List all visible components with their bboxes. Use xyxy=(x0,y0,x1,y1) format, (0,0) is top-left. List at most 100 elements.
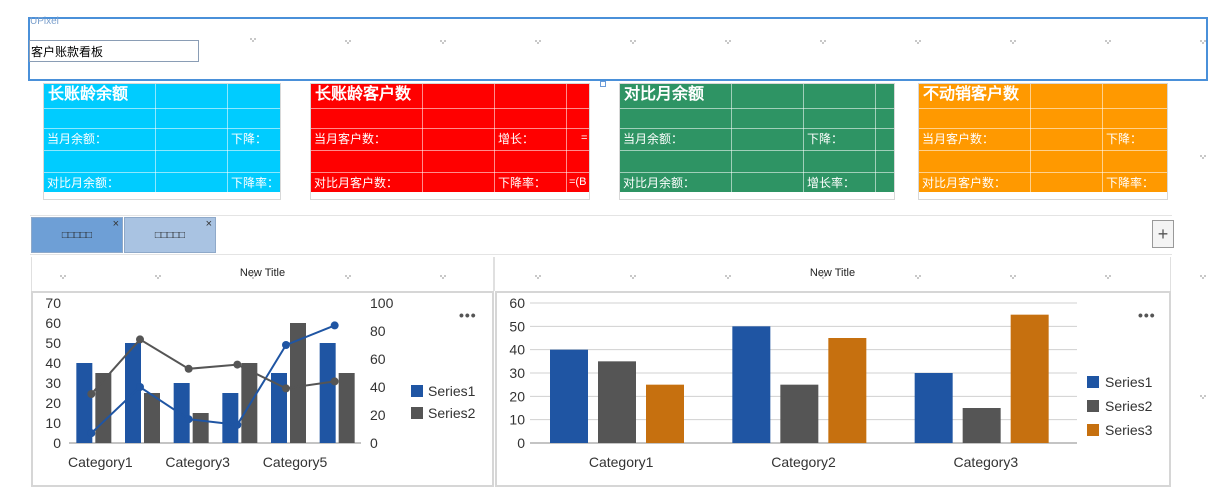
brand-label: UPixel xyxy=(30,16,59,27)
bar xyxy=(173,383,190,443)
bar xyxy=(144,393,160,443)
bar-chart-panel[interactable]: 0 10 20 30 40 50 60 Category1 Category2 Category3… xyxy=(495,291,1171,487)
line-point xyxy=(282,384,290,393)
resize-handle[interactable] xyxy=(600,81,606,87)
legend-label: Series2 xyxy=(1105,398,1153,414)
x-tick-label: Category3 xyxy=(165,454,230,470)
close-icon[interactable]: × xyxy=(206,206,212,242)
line-point xyxy=(330,321,339,330)
line-point xyxy=(233,420,242,429)
line-point xyxy=(136,383,144,391)
legend-label: Series1 xyxy=(428,383,476,399)
card-inactive-customers[interactable]: 不动销客户数 当月客户数： 下降： 对比月客户数： 下降率： xyxy=(918,83,1168,200)
line-point xyxy=(184,415,193,424)
legend-label: Series1 xyxy=(1105,374,1153,390)
texture-dot xyxy=(1202,157,1204,159)
card-label: 增长率： xyxy=(807,176,856,190)
line-point xyxy=(87,429,96,438)
card-label: 当月客户数： xyxy=(314,132,387,146)
y-tick-label: 20 xyxy=(509,388,525,404)
card-label: 下降率： xyxy=(498,176,547,190)
y-tick-label: 10 xyxy=(509,412,525,428)
bar xyxy=(338,373,355,443)
card-label: 当月余额： xyxy=(623,132,684,146)
panel-title-right[interactable]: New Title xyxy=(494,257,1171,291)
bar xyxy=(241,363,258,443)
bar xyxy=(598,361,636,443)
line-point xyxy=(233,360,242,369)
bar xyxy=(646,384,684,443)
card-label: 对比月客户数： xyxy=(922,176,1007,190)
texture-dot xyxy=(1204,155,1206,157)
card-title: 长账龄余额 xyxy=(48,86,129,103)
line-point xyxy=(282,341,290,349)
card-title: 对比月余额 xyxy=(624,86,705,103)
combo-chart-panel[interactable]: 0 10 20 30 40 50 60 70 0 20 40 60 80 100 Category1 Cate… xyxy=(31,291,494,487)
combo-chart: 0 10 20 30 40 50 60 70 0 20 40 60 80 100 Category1 Cate… xyxy=(45,295,476,470)
tab-label: □□□□□ xyxy=(61,230,93,241)
bar xyxy=(732,326,771,443)
header-frame[interactable] xyxy=(28,17,1208,81)
card-label: 增长： xyxy=(498,132,535,146)
x-tick-label: Category2 xyxy=(771,454,836,470)
bar xyxy=(962,408,1001,443)
y-tick-label: 50 xyxy=(509,318,525,334)
line-point xyxy=(184,364,193,373)
y2-tick-label: 20 xyxy=(370,407,386,423)
tab-1[interactable]: □□□□□ × xyxy=(31,217,123,253)
dashboard-title[interactable]: 客户账款看板 xyxy=(29,40,199,62)
y-tick-label: 70 xyxy=(45,295,61,311)
legend-swatch xyxy=(1087,400,1099,412)
bar xyxy=(828,338,867,443)
y-tick-label: 50 xyxy=(45,335,61,351)
y2-tick-label: 60 xyxy=(370,351,386,367)
bar xyxy=(914,373,953,443)
card-long-aging-balance[interactable]: 长账龄余额 当月余额： 下降： 对比月余额： 下降率： xyxy=(43,83,281,200)
texture-dot xyxy=(1202,277,1204,279)
panel-title-left[interactable]: New Title xyxy=(31,257,494,291)
legend-swatch xyxy=(411,407,423,419)
y-tick-label: 40 xyxy=(45,355,61,371)
x-tick-label: Category5 xyxy=(263,454,328,470)
line-point xyxy=(136,335,144,344)
x-tick-label: Category1 xyxy=(68,454,133,470)
legend-swatch xyxy=(411,385,423,397)
y-tick-label: 30 xyxy=(509,365,525,381)
card-label: 下降率： xyxy=(231,176,280,190)
tab-label: □□□□□ xyxy=(154,230,186,241)
y2-tick-label: 40 xyxy=(370,379,386,395)
texture-dot xyxy=(1204,395,1206,397)
y-tick-label: 60 xyxy=(509,295,525,311)
y2-tick-label: 100 xyxy=(370,295,394,311)
bar xyxy=(222,393,239,443)
x-tick-label: Category1 xyxy=(589,454,654,470)
card-label: 下降率： xyxy=(1106,176,1155,190)
card-title: 不动销客户数 xyxy=(923,86,1020,103)
y-tick-label: 10 xyxy=(45,415,61,431)
bar xyxy=(192,413,209,443)
legend-label: Series2 xyxy=(428,405,476,421)
add-tab-button[interactable]: + xyxy=(1152,220,1174,248)
card-label: 下降： xyxy=(1106,132,1143,146)
legend-swatch xyxy=(1087,376,1099,388)
more-options-icon[interactable]: ••• xyxy=(459,307,477,323)
y2-tick-label: 0 xyxy=(370,435,378,451)
card-compare-month-balance[interactable]: 对比月余额 当月余额： 下降： 对比月余额： 增长率： xyxy=(619,83,895,200)
card-label: 当月余额： xyxy=(47,132,108,146)
card-label: 对比月余额： xyxy=(623,176,696,190)
close-icon[interactable]: × xyxy=(113,206,119,242)
card-long-aging-customers[interactable]: 长账龄客户数 当月客户数： 增长： = 对比月客户数： 下降率： =(B xyxy=(310,83,590,200)
x-tick-label: Category3 xyxy=(954,454,1019,470)
card-label: 对比月余额： xyxy=(47,176,120,190)
bar-chart: 0 10 20 30 40 50 60 Category1 Category2 Category3… xyxy=(509,295,1153,470)
card-label: 下降： xyxy=(231,132,268,146)
legend-label: Series3 xyxy=(1105,422,1153,438)
tab-2[interactable]: □□□□□ × xyxy=(124,217,216,253)
bar xyxy=(95,373,112,443)
legend-swatch xyxy=(1087,424,1099,436)
card-label: 下降： xyxy=(807,132,844,146)
more-options-icon[interactable]: ••• xyxy=(1138,307,1156,323)
y-tick-label: 60 xyxy=(45,315,61,331)
texture-dot xyxy=(1202,397,1204,399)
card-label: 对比月客户数： xyxy=(314,176,399,190)
